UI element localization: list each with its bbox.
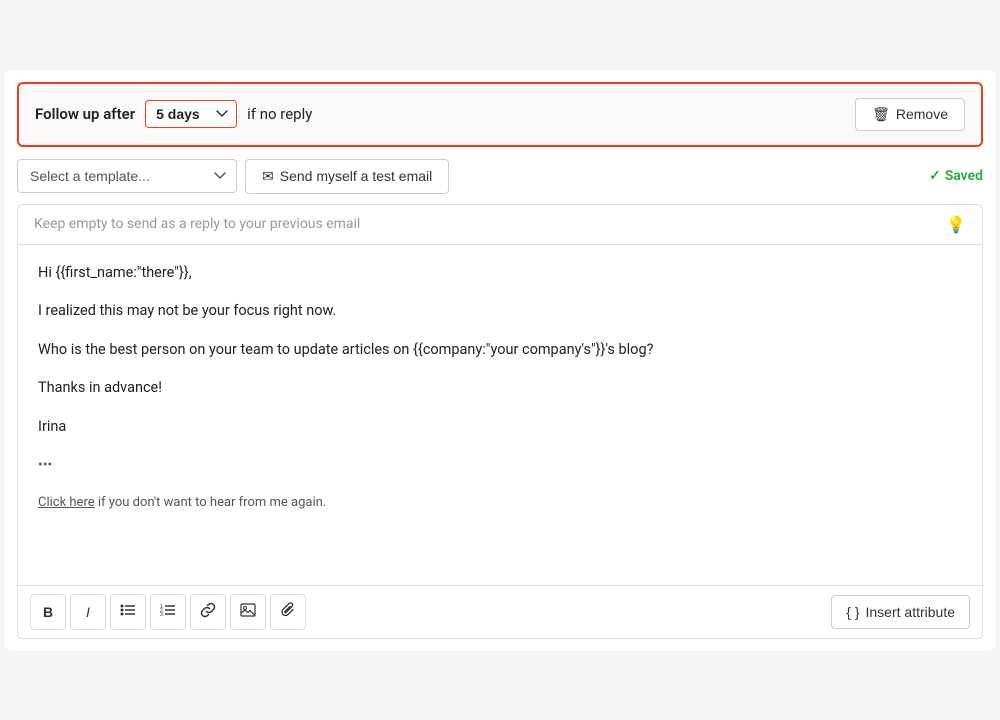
email-editor: Keep empty to send as a reply to your pr…: [17, 204, 983, 639]
trash-icon: 🗑: [872, 106, 890, 123]
numbered-list-button[interactable]: 1. 2. 3.: [150, 594, 186, 630]
insert-attribute-button[interactable]: { } Insert attribute: [831, 595, 970, 629]
unsubscribe-text: if you don't want to hear from me again.: [95, 495, 327, 510]
attachment-icon: [281, 602, 295, 621]
unsubscribe-link[interactable]: Click here: [38, 495, 95, 510]
followup-bar: Follow up after 1 day 2 days 3 days 5 da…: [17, 82, 983, 147]
email-line2: I realized this may not be your focus ri…: [38, 299, 962, 324]
subject-placeholder[interactable]: Keep empty to send as a reply to your pr…: [34, 216, 360, 232]
template-select-wrap: Select a template...: [17, 159, 237, 193]
email-signature: Irina: [38, 415, 962, 440]
bold-icon: B: [43, 604, 53, 620]
email-body[interactable]: Hi {{first_name:"there"}}, I realized th…: [18, 245, 982, 585]
email-line4: Thanks in advance!: [38, 376, 962, 401]
followup-left: Follow up after 1 day 2 days 3 days 5 da…: [35, 100, 312, 128]
insert-attr-label: Insert attribute: [866, 604, 956, 620]
bullet-list-icon: [120, 603, 136, 620]
saved-text: Saved: [945, 168, 983, 184]
attachment-button[interactable]: [270, 594, 306, 630]
image-button[interactable]: [230, 594, 266, 630]
svg-text:3.: 3.: [160, 612, 164, 617]
link-button[interactable]: [190, 594, 226, 630]
unsubscribe-line: Click here if you don't want to hear fro…: [38, 492, 962, 514]
followup-label: Follow up after: [35, 105, 135, 123]
bullet-list-button[interactable]: [110, 594, 146, 630]
numbered-list-icon: 1. 2. 3.: [160, 603, 176, 620]
remove-label: Remove: [896, 106, 948, 122]
checkmark-icon: ✓: [929, 168, 941, 184]
email-icon: ✉: [262, 168, 274, 185]
test-email-button[interactable]: ✉ Send myself a test email: [245, 159, 449, 194]
bold-button[interactable]: B: [30, 594, 66, 630]
template-select[interactable]: Select a template...: [17, 159, 237, 193]
lightbulb-icon: 💡: [946, 215, 966, 234]
format-bar: B I: [18, 585, 982, 638]
email-line3: Who is the best person on your team to u…: [38, 338, 962, 363]
main-container: Follow up after 1 day 2 days 3 days 5 da…: [5, 70, 995, 651]
format-buttons: B I: [30, 594, 306, 630]
email-line1: Hi {{first_name:"there"}},: [38, 261, 962, 286]
curly-braces-icon: { }: [846, 604, 859, 620]
signature-dots: •••: [38, 454, 962, 478]
image-icon: [240, 603, 256, 620]
subject-row: Keep empty to send as a reply to your pr…: [18, 205, 982, 245]
italic-icon: I: [86, 604, 90, 620]
link-icon: [200, 602, 216, 621]
italic-button[interactable]: I: [70, 594, 106, 630]
saved-indicator: ✓ Saved: [929, 168, 983, 184]
test-email-label: Send myself a test email: [280, 168, 433, 184]
toolbar-row: Select a template... ✉ Send myself a tes…: [17, 159, 983, 194]
followup-days-select[interactable]: 1 day 2 days 3 days 5 days 7 days 14 day…: [145, 100, 237, 128]
followup-suffix: if no reply: [247, 105, 312, 123]
remove-button[interactable]: 🗑 Remove: [855, 98, 965, 131]
